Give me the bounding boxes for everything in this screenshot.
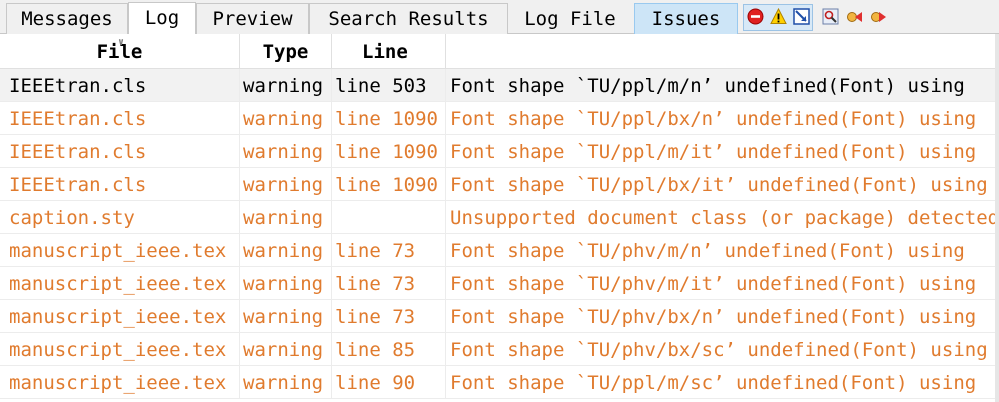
message-cell: Unsupported document class (or package) …: [450, 207, 995, 229]
line-cell: line 503: [332, 69, 446, 101]
message-cell: Font shape `TU/ppl/m/it’ undefined(Font)…: [450, 141, 977, 163]
file-cell: manuscript_ieee.tex: [0, 300, 240, 332]
warning-filter-icon[interactable]: [770, 8, 787, 25]
column-header-file[interactable]: ∨ File: [0, 34, 240, 69]
tab-messages[interactable]: Messages: [6, 3, 128, 34]
message-cell: Font shape `TU/phv/m/n’ undefined(Font) …: [450, 240, 965, 262]
file-cell: caption.sty: [0, 201, 240, 233]
tab-preview[interactable]: Preview: [196, 3, 309, 34]
column-header-type[interactable]: Type: [240, 34, 332, 69]
file-cell: manuscript_ieee.tex: [0, 234, 240, 266]
message-cell: Font shape `TU/ppl/bx/n’ undefined(Font)…: [450, 108, 977, 130]
file-cell: manuscript_ieee.tex: [0, 267, 240, 299]
line-cell: line 73: [332, 234, 446, 266]
column-header-line[interactable]: Line: [332, 34, 446, 69]
search-settings-icon[interactable]: [822, 8, 839, 25]
badbox-filter-icon[interactable]: [793, 8, 810, 25]
type-cell: warning: [240, 234, 332, 266]
table-row[interactable]: manuscript_ieee.tex warning line 85 Font…: [0, 333, 995, 366]
message-cell: Font shape `TU/phv/bx/n’ undefined(Font)…: [450, 306, 977, 328]
line-cell: line 73: [332, 267, 446, 299]
type-cell: warning: [240, 201, 332, 233]
sort-indicator-icon: ∨: [118, 37, 125, 48]
panel-tab-bar: Messages Log Preview Search Results Log …: [0, 0, 999, 35]
type-cell: warning: [240, 300, 332, 332]
error-filter-icon[interactable]: [747, 8, 764, 25]
file-cell: IEEEtran.cls: [0, 102, 240, 134]
message-cell: Font shape `TU/phv/bx/sc’ undefined(Font…: [450, 339, 988, 361]
file-cell: manuscript_ieee.tex: [0, 366, 240, 398]
message-cell: Font shape `TU/ppl/bx/it’ undefined(Font…: [450, 174, 988, 196]
next-issue-icon[interactable]: [870, 8, 887, 25]
table-row[interactable]: manuscript_ieee.tex warning line 73 Font…: [0, 300, 995, 333]
table-row[interactable]: IEEEtran.cls warning line 503 Font shape…: [0, 69, 995, 102]
previous-issue-icon[interactable]: [846, 8, 863, 25]
message-cell: Font shape `TU/ppl/m/n’ undefined(Font) …: [450, 75, 965, 97]
table-row[interactable]: IEEEtran.cls warning line 1090 Font shap…: [0, 135, 995, 168]
table-row[interactable]: IEEEtran.cls warning line 1090 Font shap…: [0, 102, 995, 135]
type-cell: warning: [240, 135, 332, 167]
table-row[interactable]: manuscript_ieee.tex warning line 73 Font…: [0, 267, 995, 300]
line-cell: line 73: [332, 300, 446, 332]
line-cell: line 1090: [332, 135, 446, 167]
line-cell: line 90: [332, 366, 446, 398]
line-cell: line 85: [332, 333, 446, 365]
type-cell: warning: [240, 69, 332, 101]
tab-search-results[interactable]: Search Results: [309, 3, 508, 34]
message-cell: Font shape `TU/ppl/m/sc’ undefined(Font)…: [450, 372, 977, 394]
message-cell: Font shape `TU/phv/m/it’ undefined(Font)…: [450, 273, 977, 295]
table-row[interactable]: manuscript_ieee.tex warning line 73 Font…: [0, 234, 995, 267]
file-cell: manuscript_ieee.tex: [0, 333, 240, 365]
type-cell: warning: [240, 168, 332, 200]
line-cell: [332, 201, 446, 233]
file-cell: IEEEtran.cls: [0, 135, 240, 167]
vertical-scrollbar[interactable]: [995, 34, 999, 402]
type-cell: warning: [240, 102, 332, 134]
type-cell: warning: [240, 267, 332, 299]
issues-table: ∨ File Type Line IEEEtran.cls warning li…: [0, 34, 999, 402]
column-header-message[interactable]: [446, 34, 995, 69]
line-cell: line 1090: [332, 168, 446, 200]
table-header: ∨ File Type Line: [0, 34, 999, 69]
table-row[interactable]: IEEEtran.cls warning line 1090 Font shap…: [0, 168, 995, 201]
file-cell: IEEEtran.cls: [0, 168, 240, 200]
file-cell: IEEEtran.cls: [0, 69, 240, 101]
table-row[interactable]: caption.sty warning Unsupported document…: [0, 201, 995, 234]
type-cell: warning: [240, 366, 332, 398]
tab-log-file[interactable]: Log File: [510, 3, 630, 34]
line-cell: line 1090: [332, 102, 446, 134]
tab-issues[interactable]: Issues: [634, 3, 738, 34]
type-cell: warning: [240, 333, 332, 365]
table-row[interactable]: manuscript_ieee.tex warning line 90 Font…: [0, 366, 995, 399]
tab-log[interactable]: Log: [128, 2, 196, 35]
